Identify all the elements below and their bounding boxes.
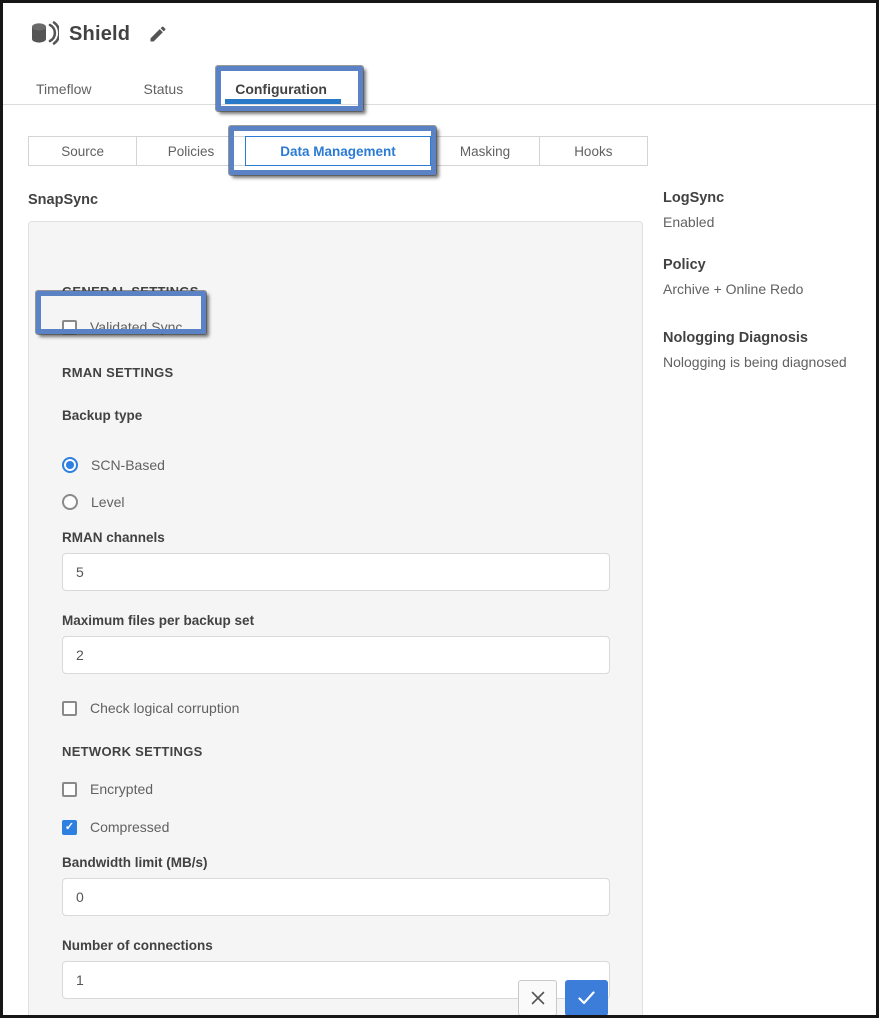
logsync-value: Enabled: [663, 213, 879, 233]
rman-settings-header: RMAN SETTINGS: [62, 365, 608, 380]
validated-sync-row[interactable]: Validated Sync: [62, 319, 608, 335]
scn-based-radio[interactable]: [62, 457, 78, 473]
encrypted-checkbox[interactable]: [62, 782, 77, 797]
tab-bar: Timeflow Status Configuration: [36, 81, 327, 97]
tab-status[interactable]: Status: [144, 81, 184, 97]
compressed-checkbox[interactable]: [62, 820, 77, 835]
subtab-policies[interactable]: Policies: [136, 136, 245, 166]
panel-actions: [518, 980, 608, 1016]
nologging-value: Nologging is being diagnosed: [663, 353, 879, 373]
tab-configuration[interactable]: Configuration: [235, 81, 327, 97]
snapsync-heading: SnapSync: [28, 192, 98, 208]
check-logical-corruption-label: Check logical corruption: [90, 700, 239, 716]
nologging-block: Nologging Diagnosis Nologging is being d…: [663, 330, 879, 373]
subtab-label: Hooks: [574, 144, 612, 159]
nologging-heading: Nologging Diagnosis: [663, 330, 879, 346]
subtab-label: Masking: [460, 144, 510, 159]
backup-type-label: Backup type: [62, 408, 608, 423]
compressed-label: Compressed: [90, 819, 169, 835]
cancel-button[interactable]: [518, 980, 557, 1016]
subtab-hooks[interactable]: Hooks: [539, 136, 648, 166]
edit-pencil-icon[interactable]: [148, 24, 168, 44]
subtab-source[interactable]: Source: [28, 136, 137, 166]
snapsync-panel: GENERAL SETTINGS Validated Sync RMAN SET…: [28, 221, 643, 1018]
subtab-data-management[interactable]: Data Management: [245, 136, 432, 166]
rman-channels-label: RMAN channels: [62, 530, 608, 545]
policy-heading: Policy: [663, 257, 879, 273]
scn-based-label: SCN-Based: [91, 457, 165, 473]
num-connections-label: Number of connections: [62, 938, 608, 953]
confirm-button[interactable]: [565, 980, 608, 1016]
tab-timeflow[interactable]: Timeflow: [36, 81, 92, 97]
subtab-label: Data Management: [280, 144, 396, 159]
bandwidth-limit-input[interactable]: [62, 878, 610, 916]
validated-sync-checkbox[interactable]: [62, 320, 77, 335]
close-icon: [530, 990, 546, 1006]
info-column: LogSync Enabled Policy Archive + Online …: [663, 190, 879, 373]
subtab-label: Source: [61, 144, 104, 159]
check-logical-corruption-row[interactable]: Check logical corruption: [62, 700, 608, 716]
subtab-label: Policies: [168, 144, 215, 159]
logsync-block: LogSync Enabled: [663, 190, 879, 233]
encrypted-label: Encrypted: [90, 781, 153, 797]
policy-block: Policy Archive + Online Redo: [663, 257, 879, 300]
subtab-masking[interactable]: Masking: [430, 136, 539, 166]
max-files-label: Maximum files per backup set: [62, 613, 608, 628]
rman-channels-input[interactable]: [62, 553, 610, 591]
subtab-bar: Source Policies Data Management Masking …: [28, 136, 648, 166]
max-files-input[interactable]: [62, 636, 610, 674]
logsync-heading: LogSync: [663, 190, 879, 206]
page-header: Shield: [29, 19, 168, 49]
encrypted-row[interactable]: Encrypted: [62, 781, 608, 797]
general-settings-header: GENERAL SETTINGS: [62, 284, 608, 299]
policy-value: Archive + Online Redo: [663, 280, 879, 300]
network-settings-header: NETWORK SETTINGS: [62, 744, 608, 759]
confirm-check-icon: [578, 991, 595, 1005]
level-label: Level: [91, 494, 124, 510]
level-radio[interactable]: [62, 494, 78, 510]
tab-divider: [3, 104, 876, 105]
backup-type-option-level[interactable]: Level: [62, 494, 608, 510]
page-title: Shield: [69, 23, 130, 46]
compressed-row[interactable]: Compressed: [62, 819, 608, 835]
dsource-database-icon: [29, 19, 59, 49]
bandwidth-limit-label: Bandwidth limit (MB/s): [62, 855, 608, 870]
backup-type-option-scn[interactable]: SCN-Based: [62, 457, 608, 473]
page: Shield Timeflow Status Configuration Sou…: [0, 0, 879, 1018]
check-logical-corruption-checkbox[interactable]: [62, 701, 77, 716]
validated-sync-label: Validated Sync: [90, 319, 182, 335]
